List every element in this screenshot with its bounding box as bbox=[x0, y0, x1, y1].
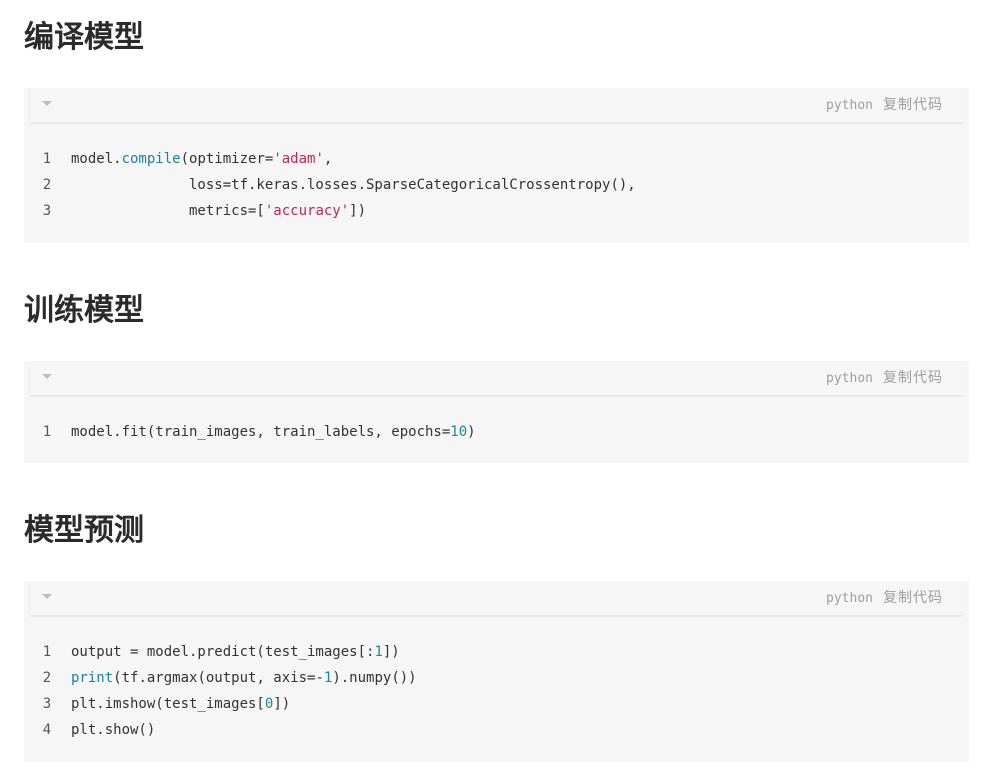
line-code: plt.show() bbox=[71, 717, 155, 743]
language-label: python bbox=[826, 591, 873, 606]
code-line: 3 metrics=['accuracy']) bbox=[24, 198, 969, 224]
code-token: loss=tf.keras.losses.SparseCategoricalCr… bbox=[71, 177, 636, 193]
article-page: 编译模型 python 复制代码 1 model.compile(optimizer… bbox=[0, 0, 981, 782]
code-token: 'adam' bbox=[273, 151, 324, 167]
line-code: print(tf.argmax(output, axis=-1).numpy()… bbox=[71, 665, 417, 691]
code-line: 1 model.compile(optimizer='adam', bbox=[24, 146, 969, 172]
line-number: 2 bbox=[42, 177, 52, 193]
code-token: (tf.argmax(output, axis=- bbox=[113, 670, 324, 686]
chevron-down-icon[interactable] bbox=[42, 594, 52, 599]
copy-code-button[interactable]: 复制代码 bbox=[883, 97, 943, 113]
chevron-down-icon[interactable] bbox=[42, 101, 52, 106]
line-code: model.fit(train_images, train_labels, ep… bbox=[71, 419, 476, 445]
code-line: 3 plt.imshow(test_images[0]) bbox=[24, 691, 969, 717]
code-block-train: python 复制代码 1 model.fit(train_images, trai… bbox=[24, 361, 969, 463]
code-token: 'accuracy' bbox=[264, 203, 350, 219]
code-line: 2 print(tf.argmax(output, axis=-1).numpy(… bbox=[24, 665, 969, 691]
code-block-predict: python 复制代码 1 output = model.predict(test_… bbox=[24, 581, 969, 762]
code-token: ) bbox=[467, 424, 476, 440]
code-block-header: python 复制代码 bbox=[30, 88, 963, 123]
code-token: output = model.predict(test_images[: bbox=[71, 644, 375, 660]
code-block-compile: python 复制代码 1 model.compile(optimizer='ada… bbox=[24, 88, 969, 243]
language-label: python bbox=[826, 98, 873, 113]
code-token: ]) bbox=[349, 203, 367, 219]
code-token: model.fit(train_images, train_labels, ep… bbox=[71, 424, 451, 440]
line-number: 4 bbox=[42, 722, 52, 738]
code-block-header: python 复制代码 bbox=[30, 361, 963, 396]
code-token: metrics=[ bbox=[71, 203, 265, 219]
code-body: 1 model.fit(train_images, train_labels, e… bbox=[24, 396, 969, 462]
chevron-down-icon[interactable] bbox=[42, 374, 52, 379]
language-label: python bbox=[826, 371, 873, 386]
code-token: plt.show() bbox=[71, 722, 156, 738]
code-token: plt.imshow(test_images[ bbox=[71, 696, 265, 712]
line-code: loss=tf.keras.losses.SparseCategoricalCr… bbox=[71, 172, 636, 198]
copy-code-button[interactable]: 复制代码 bbox=[883, 590, 943, 606]
line-number: 3 bbox=[42, 203, 52, 219]
line-number: 1 bbox=[42, 644, 52, 660]
code-token: ]) bbox=[382, 644, 400, 660]
code-line: 1 model.fit(train_images, train_labels, e… bbox=[24, 419, 969, 445]
section-title-compile: 编译模型 bbox=[24, 20, 144, 55]
line-code: metrics=['accuracy']) bbox=[71, 198, 366, 224]
code-block-toolbar: python 复制代码 bbox=[826, 581, 943, 615]
code-token: compile bbox=[121, 151, 181, 167]
line-code: output = model.predict(test_images[:1]) bbox=[71, 639, 400, 665]
code-block-toolbar: python 复制代码 bbox=[826, 361, 943, 395]
section-title-train: 训练模型 bbox=[24, 293, 144, 328]
line-number: 1 bbox=[42, 151, 52, 167]
code-token: (optimizer= bbox=[180, 151, 274, 167]
code-block-toolbar: python 复制代码 bbox=[826, 88, 943, 122]
code-token: , bbox=[323, 151, 333, 167]
code-line: 2 loss=tf.keras.losses.SparseCategorical… bbox=[24, 172, 969, 198]
code-line: 1 output = model.predict(test_images[:1]) bbox=[24, 639, 969, 665]
code-token: 1 bbox=[374, 644, 383, 660]
code-token: ]) bbox=[273, 696, 291, 712]
line-number: 2 bbox=[42, 670, 52, 686]
code-token: print bbox=[71, 670, 114, 686]
code-line: 4 plt.show() bbox=[24, 717, 969, 743]
line-number: 3 bbox=[42, 696, 52, 712]
section-title-predict: 模型预测 bbox=[24, 513, 144, 548]
code-body: 1 model.compile(optimizer='adam', 2 loss=t… bbox=[24, 123, 969, 241]
code-token: 10 bbox=[450, 424, 468, 440]
code-body: 1 output = model.predict(test_images[:1])… bbox=[24, 616, 969, 760]
line-code: plt.imshow(test_images[0]) bbox=[71, 691, 290, 717]
line-number: 1 bbox=[42, 424, 52, 440]
code-block-header: python 复制代码 bbox=[30, 581, 963, 616]
line-code: model.compile(optimizer='adam', bbox=[71, 146, 332, 172]
code-token: model. bbox=[71, 151, 122, 167]
code-token: ).numpy()) bbox=[332, 670, 417, 686]
copy-code-button[interactable]: 复制代码 bbox=[883, 370, 943, 386]
